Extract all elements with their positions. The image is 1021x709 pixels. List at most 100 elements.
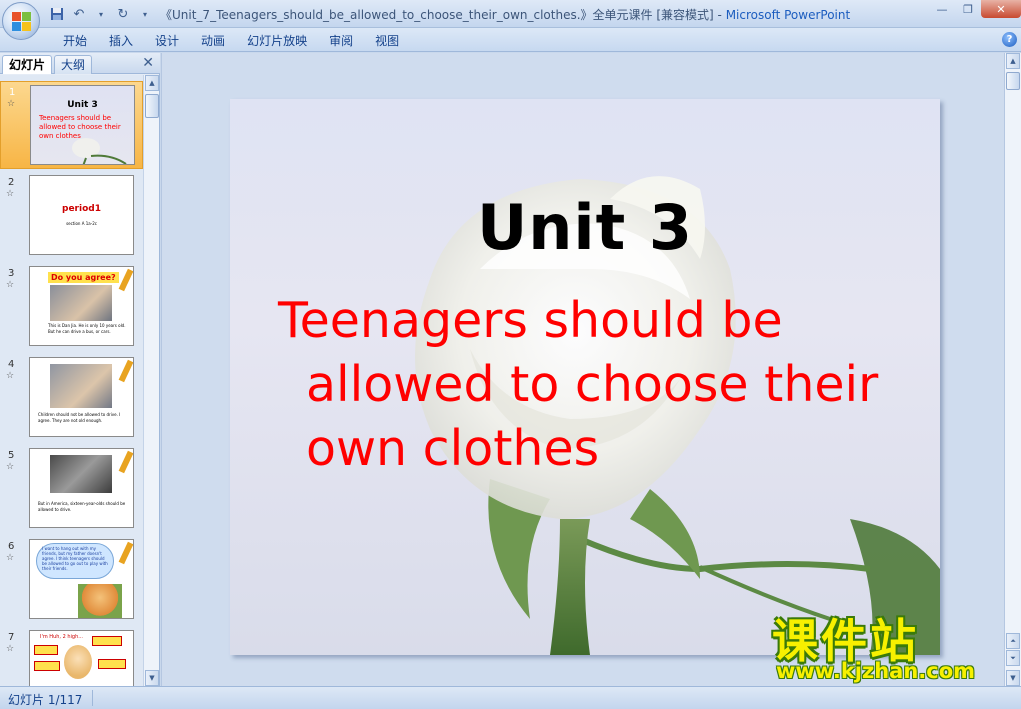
ribbon: 开始 插入 设计 动画 幻灯片放映 审阅 视图 ? xyxy=(0,28,1021,52)
slide-thumbnail-3[interactable]: 3 ☆ Do you agree? This is Dan Jia. He is… xyxy=(0,263,143,351)
slide-number: 4 xyxy=(8,359,15,370)
body-line-1: Teenagers should be xyxy=(278,292,783,349)
thumb-title: Do you agree? xyxy=(48,272,119,283)
tab-review[interactable]: 审阅 xyxy=(318,32,364,50)
animation-star-icon: ☆ xyxy=(6,553,15,563)
maximize-button[interactable]: ❐ xyxy=(955,0,981,18)
undo-icon[interactable]: ↶ xyxy=(70,5,88,23)
slide-thumbnail-4[interactable]: 4 ☆ Children should not be allowed to dr… xyxy=(0,354,143,442)
slide-number: 2 xyxy=(8,177,15,188)
app-name: Microsoft PowerPoint xyxy=(725,8,851,22)
slide-thumbnail-6[interactable]: 6 ☆ I want to hang out with my friends, … xyxy=(0,536,143,624)
thumb-note xyxy=(34,645,58,655)
pane-close-icon[interactable]: ✕ xyxy=(142,55,154,71)
window-title: 《Unit_7_Teenagers_should_be_allowed_to_c… xyxy=(160,8,851,22)
slide-counter: 幻灯片 1/117 xyxy=(8,693,83,707)
tab-outline[interactable]: 大纲 xyxy=(54,55,93,74)
scroll-thumb[interactable] xyxy=(1006,72,1020,90)
document-title: 《Unit_7_Teenagers_should_be_allowed_to_c… xyxy=(160,8,714,22)
slide-preview: I want to hang out with my friends, but … xyxy=(29,539,134,619)
thumb-subtitle: But in America, sixteen-year-olds should… xyxy=(38,501,126,512)
slide-preview: period1 section A 1a-2c xyxy=(29,175,134,255)
help-icon[interactable]: ? xyxy=(1002,32,1017,47)
tab-design[interactable]: 设计 xyxy=(144,32,190,50)
slide-scrollbar[interactable]: ▲ ⏶ ⏷ ▼ xyxy=(1004,53,1021,686)
slide-preview: Do you agree? This is Dan Jia. He is onl… xyxy=(29,266,134,346)
redo-icon[interactable]: ↻ xyxy=(114,5,132,23)
animation-star-icon: ☆ xyxy=(6,371,15,381)
slide-thumbnail-2[interactable]: 2 ☆ period1 section A 1a-2c xyxy=(0,172,143,260)
slide-preview: Unit 3 Teenagers should be allowed to ch… xyxy=(30,85,135,165)
thumb-subtitle: Children should not be allowed to drive.… xyxy=(38,412,121,423)
kjzhan-watermark: 课件站 www.kjzhan.com xyxy=(770,605,1010,687)
slide-preview: But in America, sixteen-year-olds should… xyxy=(29,448,134,528)
scroll-up-icon[interactable]: ▲ xyxy=(1006,53,1020,69)
slide-number: 3 xyxy=(8,268,15,279)
slide-thumbnail-5[interactable]: 5 ☆ But in America, sixteen-year-olds sh… xyxy=(0,445,143,533)
animation-star-icon: ☆ xyxy=(6,189,15,199)
thumb-subtitle: This is Dan Jia. He is only 10 years old… xyxy=(48,323,126,334)
slide-number: 1 xyxy=(9,87,16,98)
cartoon-girl-icon xyxy=(64,645,92,679)
slide-preview: Children should not be allowed to drive.… xyxy=(29,357,134,437)
thumb-note xyxy=(98,659,126,669)
scroll-up-icon[interactable]: ▲ xyxy=(145,75,159,91)
pencil-icon xyxy=(118,359,133,383)
body-line-2: allowed to choose their xyxy=(306,356,879,413)
slide-number: 5 xyxy=(8,450,15,461)
body-line-3: own clothes xyxy=(306,420,600,477)
thumb-subtitle: section A 1a-2c xyxy=(66,221,97,226)
scroll-thumb[interactable] xyxy=(145,94,159,118)
slide-number: 7 xyxy=(8,632,15,643)
thumb-note xyxy=(34,661,60,671)
pencil-icon xyxy=(118,450,133,474)
slide-thumbnail-1[interactable]: 1 ☆ Unit 3 Teenagers should be allowed t… xyxy=(0,81,143,169)
thumb-title: period1 xyxy=(62,204,101,214)
tab-slide-show[interactable]: 幻灯片放映 xyxy=(236,32,318,50)
animation-star-icon: ☆ xyxy=(6,462,15,472)
slides-pane: 幻灯片 大纲 ✕ 1 ☆ Unit 3 Teenagers should be … xyxy=(0,53,160,686)
slide-thumbnail-7[interactable]: 7 ☆ I'm Huh, 2 high... xyxy=(0,627,143,686)
slide-number: 6 xyxy=(8,541,15,552)
thumb-photo xyxy=(50,455,112,493)
minimize-button[interactable]: — xyxy=(929,0,955,18)
slide-thumbnails: 1 ☆ Unit 3 Teenagers should be allowed t… xyxy=(0,75,143,686)
quick-access-toolbar: ↶ ▾ ↻ ▾ xyxy=(48,4,154,24)
status-separator xyxy=(92,690,93,706)
animation-star-icon: ☆ xyxy=(6,644,15,654)
tab-view[interactable]: 视图 xyxy=(364,32,410,50)
dropdown-icon[interactable]: ▾ xyxy=(92,5,110,23)
current-slide[interactable]: Unit 3 Teenagers should be allowed to ch… xyxy=(230,99,940,655)
pane-tabs: 幻灯片 大纲 ✕ xyxy=(0,53,160,74)
slide-body-text[interactable]: Teenagers should be allowed to choose th… xyxy=(278,289,918,481)
thumb-photo xyxy=(50,285,112,321)
thumb-subtitle: I want to hang out with my friends, but … xyxy=(42,546,108,571)
pencil-icon xyxy=(118,268,133,292)
cartoon-boy-icon xyxy=(78,584,122,618)
office-button[interactable] xyxy=(2,2,40,40)
pencil-icon xyxy=(118,541,133,565)
tab-animations[interactable]: 动画 xyxy=(190,32,236,50)
window-controls: — ❐ ✕ xyxy=(929,0,1021,18)
close-button[interactable]: ✕ xyxy=(981,0,1021,18)
rose-thumb-icon xyxy=(72,138,127,164)
customize-qat-icon[interactable]: ▾ xyxy=(136,5,154,23)
thumb-photo xyxy=(50,364,112,408)
tab-insert[interactable]: 插入 xyxy=(98,32,144,50)
status-bar: 幻灯片 1/117 xyxy=(0,686,1021,709)
title-bar: ↶ ▾ ↻ ▾ 《Unit_7_Teenagers_should_be_allo… xyxy=(0,0,1021,28)
tab-home[interactable]: 开始 xyxy=(52,32,98,50)
scroll-down-icon[interactable]: ▼ xyxy=(145,670,159,686)
tab-slides[interactable]: 幻灯片 xyxy=(2,55,53,74)
thumb-note xyxy=(92,636,122,646)
thumbnails-scrollbar[interactable]: ▲ ▼ xyxy=(143,75,159,686)
watermark-url: www.kjzhan.com xyxy=(776,659,976,683)
slide-title[interactable]: Unit 3 xyxy=(230,191,940,264)
animation-star-icon: ☆ xyxy=(6,280,15,290)
office-logo-icon xyxy=(12,12,32,32)
slide-preview: I'm Huh, 2 high... xyxy=(29,630,134,686)
ribbon-tabs: 开始 插入 设计 动画 幻灯片放映 审阅 视图 xyxy=(52,32,410,50)
slide-editing-area: Unit 3 Teenagers should be allowed to ch… xyxy=(161,53,1004,686)
animation-star-icon: ☆ xyxy=(7,99,16,109)
save-icon[interactable] xyxy=(48,5,66,23)
